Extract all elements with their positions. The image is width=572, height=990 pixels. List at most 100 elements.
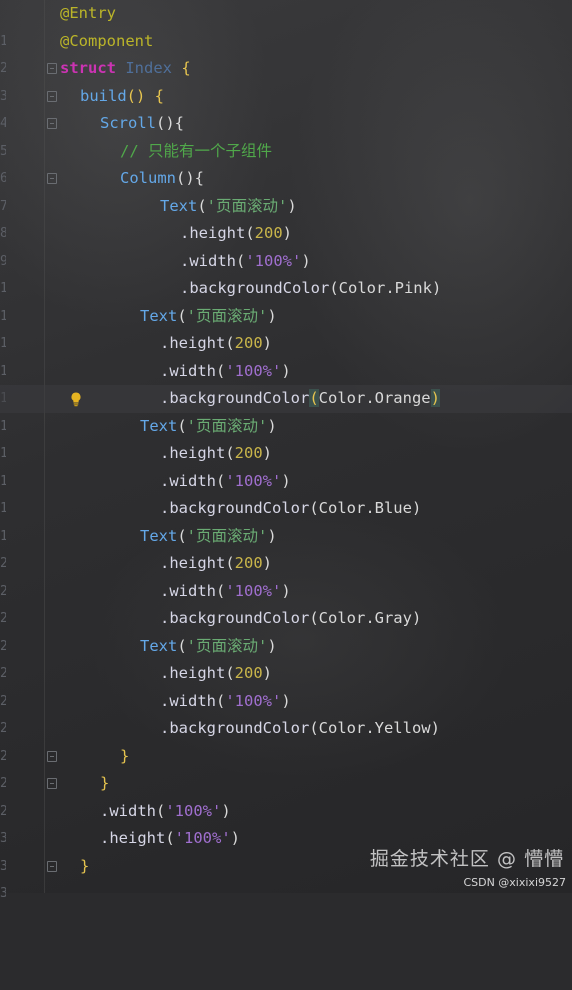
code-line[interactable]: 10 .width('100%') (0, 248, 572, 297)
code-line[interactable]: 9 .height(200) (0, 220, 572, 269)
code-line[interactable]: 21 .height(200) (0, 550, 572, 599)
string-literal: '页面滚动' (186, 526, 268, 545)
number-literal: 200 (234, 444, 263, 462)
method-height: .height (160, 664, 226, 682)
code-line[interactable]: 18 .width('100%') (0, 468, 572, 517)
code-line[interactable]: 28 } (0, 743, 572, 792)
code-line[interactable]: 14 .width('100%') (0, 358, 572, 407)
color-constant: Color.Pink (338, 279, 432, 297)
code-line[interactable]: 6 // 只能有一个子组件 (0, 138, 572, 187)
method-width: .width (160, 581, 216, 600)
punctuation: ( (245, 224, 255, 242)
punctuation: ( (329, 279, 339, 297)
code-line[interactable]: 7 Column(){ (0, 165, 572, 214)
punctuation: ( (225, 444, 235, 462)
method-width: .width (180, 251, 236, 270)
punctuation: ( (177, 416, 187, 435)
punctuation: ) (430, 719, 440, 737)
method-background-color: .backgroundColor (160, 609, 310, 627)
code-line[interactable]: 25 .height(200) (0, 660, 572, 709)
color-constant: Color.Yellow (318, 719, 431, 737)
code-line[interactable]: 19 .backgroundColor(Color.Blue) (0, 495, 572, 544)
string-literal: '页面滚动' (186, 306, 268, 325)
code-line[interactable]: 11 .backgroundColor(Color.Pink) (0, 275, 572, 324)
code-line[interactable]: 8 Text('页面滚动') (0, 193, 572, 242)
punctuation: ) (411, 499, 422, 517)
punctuation: ( (177, 526, 187, 545)
code-line[interactable]: 26 .width('100%') (0, 688, 572, 737)
decorator-component: @Component (60, 31, 154, 50)
fold-marker-icon[interactable] (47, 173, 57, 184)
punctuation: ) (287, 196, 297, 215)
fold-marker-icon[interactable] (47, 750, 57, 762)
code-line[interactable]: 16 Text('页面滚动') (0, 413, 572, 462)
string-literal: '100%' (225, 471, 282, 490)
string-literal: '100%' (225, 581, 282, 600)
component-text: Text (140, 306, 178, 325)
code-line[interactable]: 17 .height(200) (0, 440, 572, 489)
fold-marker-icon[interactable] (47, 63, 57, 74)
current-code-line[interactable]: 15 .backgroundColor(Color.Orange) (0, 385, 572, 434)
code-editor[interactable]: 1 @Entry 2 @Component 3 struct Index { 4… (0, 0, 572, 901)
code-line[interactable]: 24 Text('页面滚动') (0, 633, 572, 682)
punctuation: ) (301, 251, 311, 270)
fold-marker-icon[interactable] (47, 860, 57, 872)
number-literal: 200 (254, 224, 283, 242)
method-background-color: .backgroundColor (180, 279, 330, 297)
component-text: Text (140, 416, 178, 435)
punctuation: ( (197, 196, 207, 215)
method-height: .height (100, 829, 166, 847)
code-line[interactable]: 4 build() { (0, 83, 572, 132)
code-line[interactable]: 3 struct Index { (0, 55, 572, 104)
fold-marker-icon[interactable] (47, 90, 57, 102)
csdn-watermark: CSDN @xixixi9527 (463, 876, 566, 889)
string-literal: '页面滚动' (206, 196, 288, 215)
punctuation: ) (267, 526, 277, 545)
punctuation: ( (165, 829, 175, 847)
string-literal: '100%' (165, 801, 222, 820)
component-column: Column (120, 169, 176, 187)
punctuation: ( (216, 691, 226, 710)
string-literal: '100%' (245, 251, 302, 270)
punctuation: ( (309, 609, 319, 627)
lightbulb-icon[interactable] (68, 391, 84, 407)
watermark-text: 掘金技术社区 @ 懵懵 (369, 848, 564, 870)
component-scroll: Scroll (100, 114, 156, 132)
code-line[interactable]: 12 Text('页面滚动') (0, 303, 572, 352)
string-literal: '100%' (174, 829, 231, 847)
number-literal: 200 (234, 554, 263, 572)
punctuation: ( (177, 636, 187, 655)
punctuation: ( (225, 334, 235, 352)
code-comment: // 只能有一个子组件 (120, 141, 272, 160)
code-line[interactable]: 2 @Component (0, 28, 572, 77)
punctuation: () { (126, 86, 164, 105)
code-line[interactable]: 23 .backgroundColor(Color.Gray) (0, 605, 572, 654)
method-height: .height (160, 554, 226, 572)
code-line[interactable]: 29 } (0, 770, 572, 819)
code-line[interactable]: 27 .backgroundColor(Color.Yellow) (0, 715, 572, 764)
punctuation: ( (236, 251, 246, 270)
color-constant: Color.Gray (318, 609, 412, 627)
punctuation: ) (281, 581, 291, 600)
method-width: .width (160, 691, 216, 710)
closing-brace: } (100, 774, 110, 792)
string-literal: '100%' (225, 361, 282, 380)
method-height: .height (160, 444, 226, 462)
punctuation: ) (281, 471, 291, 490)
punctuation: ( (309, 499, 319, 517)
code-line[interactable]: 5 Scroll(){ (0, 110, 572, 159)
code-line[interactable]: 30 .width('100%') (0, 798, 572, 847)
method-height: .height (160, 334, 226, 352)
brace: { (181, 59, 191, 77)
fold-marker-icon[interactable] (47, 118, 57, 129)
keyword-struct: struct (60, 59, 116, 77)
code-line[interactable]: 22 .width('100%') (0, 578, 572, 627)
code-line[interactable]: 20 Text('页面滚动') (0, 523, 572, 572)
matched-paren: ( (309, 389, 319, 407)
punctuation: ) (262, 554, 273, 572)
code-line[interactable]: 13 .height(200) (0, 330, 572, 379)
fold-marker-icon[interactable] (47, 778, 57, 789)
closing-brace: } (80, 856, 90, 875)
number-literal: 200 (234, 664, 263, 682)
code-line[interactable]: 1 @Entry (0, 0, 572, 49)
